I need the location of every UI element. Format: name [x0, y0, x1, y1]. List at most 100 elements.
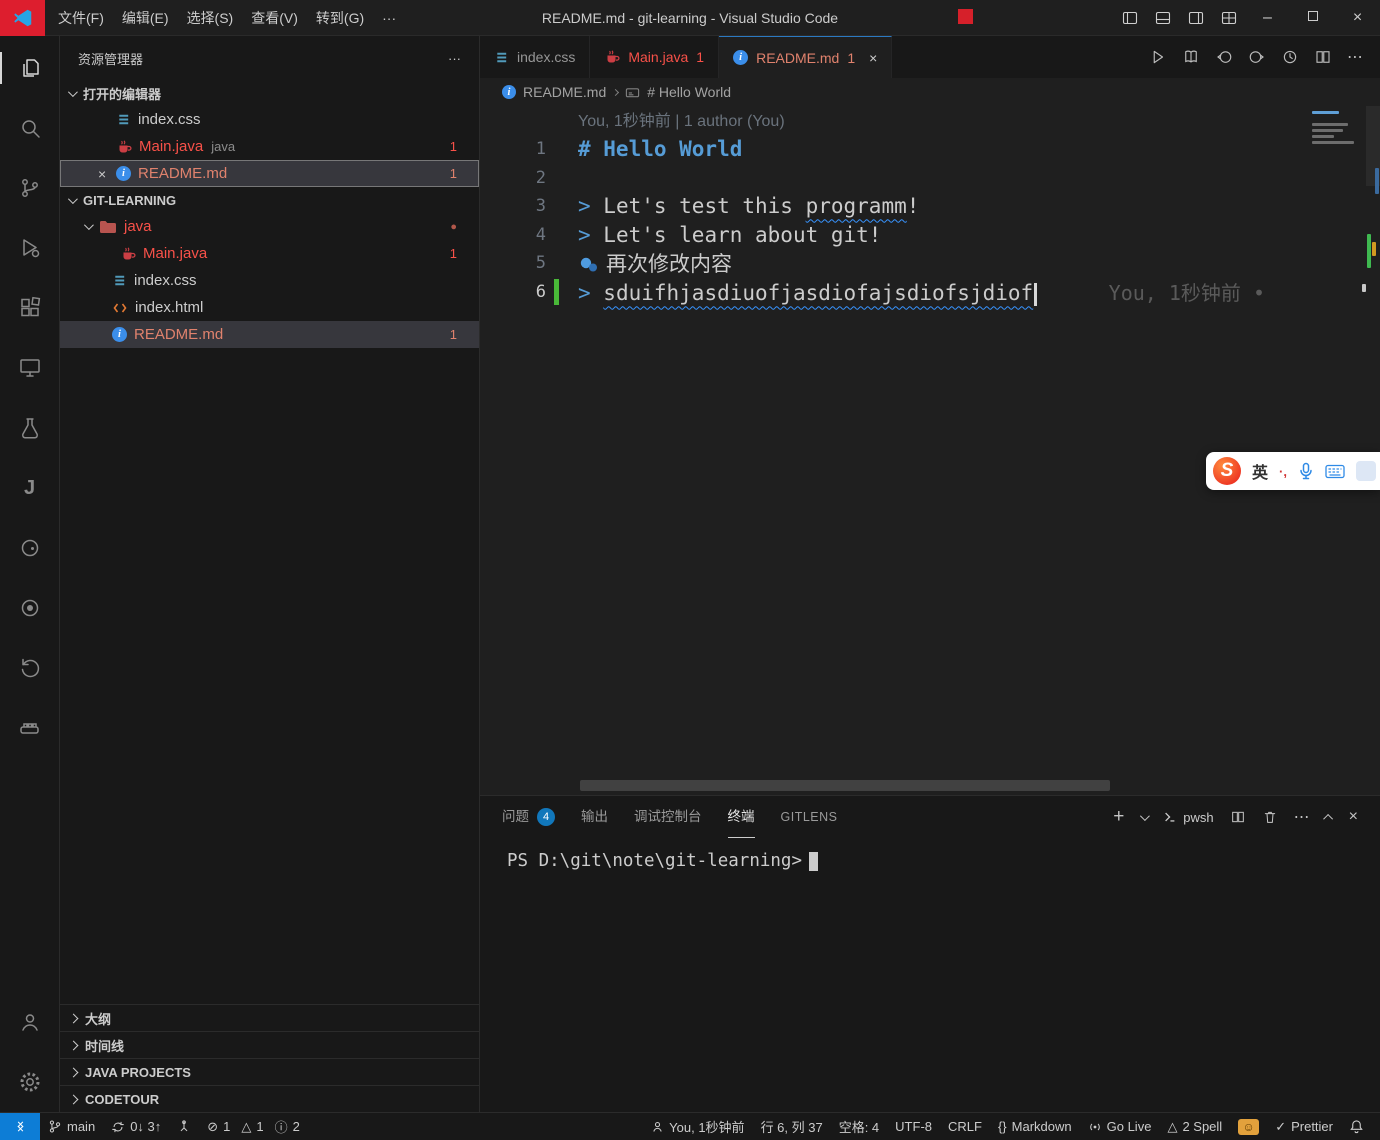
panel-tab-debug-console[interactable]: 调试控制台: [634, 796, 702, 838]
terminal[interactable]: PS D:\git\note\git-learning>: [480, 838, 1380, 871]
menu-selection[interactable]: 选择(S): [178, 0, 243, 36]
docker-icon[interactable]: [0, 698, 60, 758]
panel-tab-problems[interactable]: 问题 4: [502, 796, 555, 838]
extensions-icon[interactable]: [0, 278, 60, 338]
menu-more-icon[interactable]: ···: [373, 0, 405, 36]
code-line-2: 2: [480, 164, 1380, 193]
java-extension-icon[interactable]: J: [0, 458, 60, 518]
kill-terminal-icon[interactable]: [1262, 809, 1278, 825]
tree-folder-java[interactable]: java ●: [60, 213, 479, 240]
tab-index-css[interactable]: index.css: [480, 36, 590, 78]
explorer-icon[interactable]: [0, 38, 60, 98]
run-button[interactable]: [1149, 48, 1167, 66]
sidebar-more-icon[interactable]: ···: [448, 51, 461, 66]
toggle-secondary-sidebar-icon[interactable]: [1179, 10, 1212, 26]
git-sync-item[interactable]: 0↓ 3↑: [103, 1113, 169, 1140]
tree-item-index-css[interactable]: index.css: [60, 267, 479, 294]
next-change-icon[interactable]: [1248, 48, 1266, 66]
indentation-item[interactable]: 空格: 4: [831, 1113, 887, 1140]
close-icon[interactable]: ×: [98, 166, 106, 182]
tab-readme-md[interactable]: README.md 1 ×: [719, 36, 892, 78]
open-preview-icon[interactable]: [1182, 48, 1200, 66]
section-outline[interactable]: 大纲: [60, 1004, 479, 1031]
prev-change-icon[interactable]: [1215, 48, 1233, 66]
language-mode-item[interactable]: {} Markdown: [990, 1113, 1080, 1140]
gradle-icon[interactable]: [0, 518, 60, 578]
extension-badge-item[interactable]: ☺: [1230, 1113, 1267, 1140]
open-editor-index-css[interactable]: index.css: [60, 106, 479, 133]
sogou-logo-icon[interactable]: S: [1213, 457, 1241, 485]
menu-view[interactable]: 查看(V): [242, 0, 307, 36]
source-control-icon[interactable]: [0, 158, 60, 218]
eol-item[interactable]: CRLF: [940, 1113, 990, 1140]
spell-checker-item[interactable]: △ 2 Spell: [1159, 1113, 1230, 1140]
toggle-sidebar-icon[interactable]: [1113, 10, 1146, 26]
project-section-header[interactable]: GIT-LEARNING: [60, 187, 479, 213]
problems-item[interactable]: ⊘ 1 △ 1 ⓘ 2: [199, 1113, 308, 1140]
minimap[interactable]: [1312, 111, 1364, 147]
maximize-button[interactable]: [1290, 0, 1335, 36]
go-live-item[interactable]: Go Live: [1080, 1113, 1160, 1140]
terminal-profile[interactable]: pwsh: [1163, 810, 1213, 825]
tree-item-readme-md[interactable]: README.md 1: [60, 321, 479, 348]
blame-item[interactable]: You, 1秒钟前: [643, 1113, 752, 1140]
tab-main-java[interactable]: Main.java 1: [590, 36, 719, 78]
editor[interactable]: You, 1秒钟前 | 1 author (You) 1 # Hello Wor…: [480, 106, 1380, 795]
cursor-position-item[interactable]: 行 6, 列 37: [753, 1113, 831, 1140]
gitlens-inline-blame: You, 1秒钟前 •: [1109, 281, 1265, 305]
tree-item-index-html[interactable]: index.html: [60, 294, 479, 321]
panel-tab-output[interactable]: 输出: [581, 796, 608, 838]
recording-indicator: [958, 9, 973, 24]
minimize-button[interactable]: –: [1245, 0, 1290, 36]
gitlens-codelens[interactable]: You, 1秒钟前 | 1 author (You): [578, 109, 1380, 135]
split-editor-icon[interactable]: [1314, 48, 1332, 66]
gitlens-icon: [177, 1120, 191, 1134]
microphone-icon[interactable]: [1298, 462, 1314, 480]
close-panel-icon[interactable]: ×: [1349, 808, 1358, 826]
keyboard-icon[interactable]: [1325, 464, 1345, 479]
section-java-projects[interactable]: JAVA PROJECTS: [60, 1058, 479, 1085]
history-icon[interactable]: [0, 638, 60, 698]
remote-explorer-icon[interactable]: [0, 338, 60, 398]
ime-punctuation[interactable]: ·,: [1279, 464, 1287, 479]
close-icon[interactable]: ×: [869, 50, 877, 66]
open-editor-readme-md[interactable]: × README.md 1: [60, 160, 479, 187]
split-terminal-icon[interactable]: [1230, 809, 1246, 825]
gitlens-compare-item[interactable]: [169, 1113, 199, 1140]
panel-tab-gitlens[interactable]: GITLENS: [781, 796, 838, 838]
ime-language-mode[interactable]: 英: [1252, 459, 1268, 483]
search-icon[interactable]: [0, 98, 60, 158]
section-timeline[interactable]: 时间线: [60, 1031, 479, 1058]
record-icon[interactable]: [0, 578, 60, 638]
git-branch-item[interactable]: main: [40, 1113, 103, 1140]
panel-tab-terminal[interactable]: 终端: [728, 796, 755, 838]
notifications-item[interactable]: [1341, 1113, 1372, 1140]
tree-item-main-java[interactable]: Main.java 1: [60, 240, 479, 267]
open-editor-main-java[interactable]: Main.java java 1: [60, 133, 479, 160]
settings-gear-icon[interactable]: [0, 1052, 60, 1112]
panel-more-icon[interactable]: ⋯: [1294, 807, 1310, 827]
testing-icon[interactable]: [0, 398, 60, 458]
ime-toolbox-icon[interactable]: [1356, 461, 1376, 481]
breadcrumb-symbol[interactable]: # Hello World: [647, 84, 731, 100]
new-terminal-icon[interactable]: +: [1113, 806, 1124, 828]
toggle-panel-icon[interactable]: [1146, 10, 1179, 26]
menu-edit[interactable]: 编辑(E): [113, 0, 178, 36]
timeline-icon[interactable]: [1281, 48, 1299, 66]
close-window-button[interactable]: ×: [1335, 0, 1380, 36]
breadcrumb-file[interactable]: README.md: [523, 84, 606, 100]
open-editors-header[interactable]: 打开的编辑器: [60, 80, 479, 106]
run-debug-icon[interactable]: [0, 218, 60, 278]
section-codetour[interactable]: CODETOUR: [60, 1085, 479, 1112]
remote-indicator[interactable]: [0, 1113, 40, 1140]
terminal-profile-dropdown-icon[interactable]: [1140, 811, 1150, 821]
customize-layout-icon[interactable]: [1212, 10, 1245, 26]
menu-goto[interactable]: 转到(G): [307, 0, 373, 36]
maximize-panel-icon[interactable]: [1323, 813, 1333, 823]
horizontal-scrollbar[interactable]: [580, 780, 1110, 791]
menu-file[interactable]: 文件(F): [49, 0, 113, 36]
more-actions-icon[interactable]: ⋯: [1347, 47, 1364, 67]
prettier-item[interactable]: ✓ Prettier: [1267, 1113, 1341, 1140]
encoding-item[interactable]: UTF-8: [887, 1113, 940, 1140]
account-icon[interactable]: [0, 992, 60, 1052]
